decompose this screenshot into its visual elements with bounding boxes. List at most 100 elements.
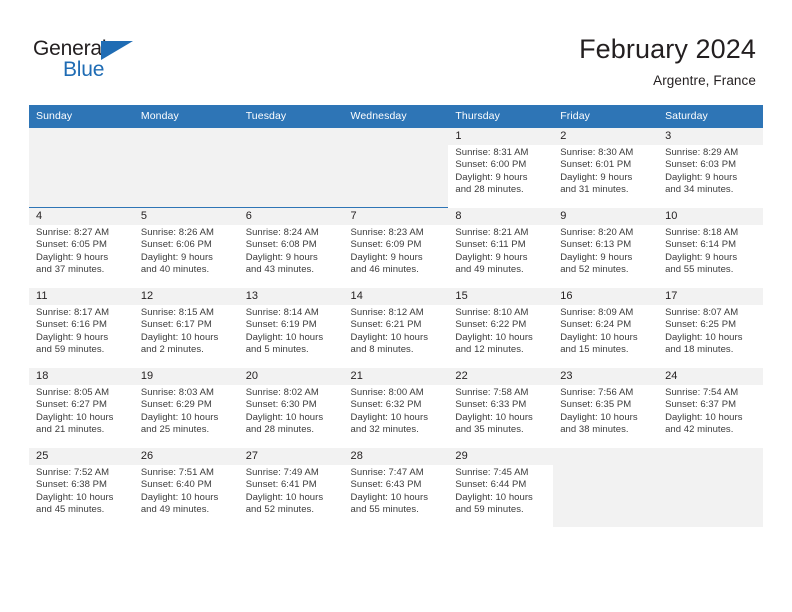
calendar-day-inner: 27 Sunrise: 7:49 AM Sunset: 6:41 PM Dayligh… <box>238 448 344 529</box>
sunrise-time: Sunrise: 8:31 AM <box>455 147 529 158</box>
sunrise-time: Sunrise: 8:05 AM <box>36 387 110 398</box>
calendar-day-cell[interactable]: 5 Sunrise: 8:26 AM Sunset: 6:06 PM Daylight… <box>133 207 239 289</box>
sunset-time: Sunset: 6:11 PM <box>455 239 526 251</box>
calendar-day-cell-empty <box>343 127 449 208</box>
calendar-day-inner <box>238 128 344 207</box>
day-details: Sunrise: 8:26 AM Sunset: 6:06 PM Daylight:… <box>133 225 239 289</box>
calendar-day-cell[interactable]: 14 Sunrise: 8:12 AM Sunset: 6:21 PM Dayligh… <box>343 287 449 369</box>
daylight-duration-line1: Daylight: 9 hours <box>350 251 423 263</box>
daylight-duration-line2: and 12 minutes. <box>455 343 524 355</box>
day-number: 5 <box>140 210 148 222</box>
calendar-day-inner: 6 Sunrise: 8:24 AM Sunset: 6:08 PM Daylight… <box>238 208 344 289</box>
calendar-day-cell[interactable]: 27 Sunrise: 7:49 AM Sunset: 6:41 PM Dayligh… <box>238 447 344 529</box>
general-blue-logo[interactable]: General Blue <box>33 38 153 82</box>
calendar-day-cell[interactable]: 21 Sunrise: 8:00 AM Sunset: 6:32 PM Dayligh… <box>343 367 449 449</box>
calendar-day-cell[interactable]: 19 Sunrise: 8:03 AM Sunset: 6:29 PM Dayligh… <box>133 367 239 449</box>
daylight-duration-line2: and 35 minutes. <box>455 423 524 435</box>
day-details: Sunrise: 8:17 AM Sunset: 6:16 PM Daylight:… <box>29 305 134 369</box>
sunset-time: Sunset: 6:25 PM <box>665 319 737 331</box>
calendar-day-cell[interactable]: 25 Sunrise: 7:52 AM Sunset: 6:38 PM Dayligh… <box>29 447 134 529</box>
weekday-header-thursday: Thursday <box>448 105 554 128</box>
calendar-day-inner: 8 Sunrise: 8:21 AM Sunset: 6:11 PM Daylight… <box>448 208 554 289</box>
calendar-day-cell[interactable]: 6 Sunrise: 8:24 AM Sunset: 6:08 PM Daylight… <box>238 207 344 289</box>
day-number: 12 <box>140 290 154 302</box>
calendar-day-inner: 7 Sunrise: 8:23 AM Sunset: 6:09 PM Daylight… <box>343 208 449 289</box>
calendar-day-inner <box>553 448 659 527</box>
calendar-day-cell[interactable]: 13 Sunrise: 8:14 AM Sunset: 6:19 PM Dayligh… <box>238 287 344 369</box>
day-details: Sunrise: 8:12 AM Sunset: 6:21 PM Daylight:… <box>343 305 449 369</box>
sunrise-time: Sunrise: 8:23 AM <box>350 227 424 238</box>
daylight-duration-line1: Daylight: 10 hours <box>140 411 219 423</box>
calendar-day-cell[interactable]: 15 Sunrise: 8:10 AM Sunset: 6:22 PM Dayligh… <box>448 287 554 369</box>
location-subtitle: Argentre, France <box>653 73 756 88</box>
calendar-week-row: 4 Sunrise: 8:27 AM Sunset: 6:05 PM Daylight… <box>29 207 763 289</box>
weekday-header-sunday: Sunday <box>29 105 134 128</box>
calendar-day-inner: 1 Sunrise: 8:31 AM Sunset: 6:00 PM Daylight… <box>448 128 554 209</box>
calendar-day-inner: 20 Sunrise: 8:02 AM Sunset: 6:30 PM Dayligh… <box>238 368 344 449</box>
calendar-day-inner: 16 Sunrise: 8:09 AM Sunset: 6:24 PM Dayligh… <box>553 288 659 369</box>
sunset-time: Sunset: 6:44 PM <box>455 479 527 491</box>
calendar-day-inner: 26 Sunrise: 7:51 AM Sunset: 6:40 PM Dayligh… <box>133 448 239 529</box>
calendar-day-cell[interactable]: 2 Sunrise: 8:30 AM Sunset: 6:01 PM Daylight… <box>553 127 659 209</box>
sunrise-time: Sunrise: 8:18 AM <box>665 227 739 238</box>
daylight-duration-line1: Daylight: 9 hours <box>245 251 318 263</box>
calendar-day-cell[interactable]: 11 Sunrise: 8:17 AM Sunset: 6:16 PM Dayligh… <box>29 287 134 369</box>
calendar-day-cell[interactable]: 16 Sunrise: 8:09 AM Sunset: 6:24 PM Dayligh… <box>553 287 659 369</box>
calendar-day-cell[interactable]: 17 Sunrise: 8:07 AM Sunset: 6:25 PM Dayligh… <box>658 287 763 369</box>
calendar-day-cell[interactable]: 3 Sunrise: 8:29 AM Sunset: 6:03 PM Daylight… <box>658 127 763 209</box>
page-title: February 2024 <box>579 34 756 64</box>
calendar-day-inner: 23 Sunrise: 7:56 AM Sunset: 6:35 PM Dayligh… <box>553 368 659 449</box>
daylight-duration-line1: Daylight: 10 hours <box>36 491 114 503</box>
sunset-time: Sunset: 6:29 PM <box>140 399 212 411</box>
sunrise-time: Sunrise: 8:30 AM <box>560 147 634 158</box>
weekday-header-monday: Monday <box>133 105 239 128</box>
day-details: Sunrise: 8:07 AM Sunset: 6:25 PM Daylight:… <box>658 305 763 369</box>
day-details: Sunrise: 7:54 AM Sunset: 6:37 PM Daylight:… <box>658 385 763 449</box>
calendar-day-inner: 5 Sunrise: 8:26 AM Sunset: 6:06 PM Daylight… <box>133 208 239 289</box>
calendar-day-cell[interactable]: 12 Sunrise: 8:15 AM Sunset: 6:17 PM Dayligh… <box>133 287 239 369</box>
calendar-day-cell[interactable]: 10 Sunrise: 8:18 AM Sunset: 6:14 PM Dayligh… <box>658 207 763 289</box>
calendar-day-cell[interactable]: 29 Sunrise: 7:45 AM Sunset: 6:44 PM Dayligh… <box>448 447 554 529</box>
daylight-duration-line2: and 28 minutes. <box>245 423 315 435</box>
calendar-day-inner: 13 Sunrise: 8:14 AM Sunset: 6:19 PM Dayligh… <box>238 288 344 369</box>
day-number: 24 <box>665 370 678 382</box>
calendar-week-row: 18 Sunrise: 8:05 AM Sunset: 6:27 PM Dayligh… <box>29 367 763 449</box>
day-details: Sunrise: 7:49 AM Sunset: 6:41 PM Daylight:… <box>238 465 344 529</box>
sunrise-time: Sunrise: 8:24 AM <box>245 227 319 238</box>
calendar-day-cell[interactable]: 1 Sunrise: 8:31 AM Sunset: 6:00 PM Daylight… <box>448 127 554 209</box>
calendar-day-cell[interactable]: 7 Sunrise: 8:23 AM Sunset: 6:09 PM Daylight… <box>343 207 449 289</box>
sunset-time: Sunset: 6:43 PM <box>350 479 422 491</box>
weekday-header-tuesday: Tuesday <box>238 105 344 128</box>
calendar-day-cell[interactable]: 22 Sunrise: 7:58 AM Sunset: 6:33 PM Dayligh… <box>448 367 554 449</box>
calendar-day-cell[interactable]: 18 Sunrise: 8:05 AM Sunset: 6:27 PM Dayligh… <box>29 367 134 449</box>
calendar-day-cell[interactable]: 23 Sunrise: 7:56 AM Sunset: 6:35 PM Dayligh… <box>553 367 659 449</box>
day-details: Sunrise: 7:58 AM Sunset: 6:33 PM Daylight:… <box>448 385 554 449</box>
day-details: Sunrise: 8:03 AM Sunset: 6:29 PM Daylight:… <box>133 385 239 449</box>
day-number: 8 <box>455 210 462 222</box>
daylight-duration-line2: and 31 minutes. <box>560 183 629 195</box>
calendar-day-cell[interactable]: 20 Sunrise: 8:02 AM Sunset: 6:30 PM Dayligh… <box>238 367 344 449</box>
daylight-duration-line2: and 49 minutes. <box>140 503 210 515</box>
day-number: 13 <box>245 290 259 302</box>
calendar-day-cell[interactable]: 26 Sunrise: 7:51 AM Sunset: 6:40 PM Dayligh… <box>133 447 239 529</box>
calendar-day-inner: 29 Sunrise: 7:45 AM Sunset: 6:44 PM Dayligh… <box>448 448 554 529</box>
daylight-duration-line2: and 34 minutes. <box>665 183 734 195</box>
calendar-day-cell[interactable]: 24 Sunrise: 7:54 AM Sunset: 6:37 PM Dayligh… <box>658 367 763 449</box>
day-number: 29 <box>455 450 468 462</box>
day-details: Sunrise: 8:05 AM Sunset: 6:27 PM Daylight:… <box>29 385 134 449</box>
day-details: Sunrise: 7:45 AM Sunset: 6:44 PM Daylight:… <box>448 465 554 529</box>
calendar-day-inner: 24 Sunrise: 7:54 AM Sunset: 6:37 PM Dayligh… <box>658 368 763 449</box>
sunset-time: Sunset: 6:33 PM <box>455 399 527 411</box>
calendar-day-inner: 18 Sunrise: 8:05 AM Sunset: 6:27 PM Dayligh… <box>29 368 134 449</box>
day-number: 9 <box>560 210 567 222</box>
calendar-day-cell[interactable]: 28 Sunrise: 7:47 AM Sunset: 6:43 PM Dayligh… <box>343 447 449 529</box>
daylight-duration-line2: and 25 minutes. <box>140 423 210 435</box>
daylight-duration-line2: and 59 minutes. <box>455 503 524 515</box>
sunrise-time: Sunrise: 8:26 AM <box>140 227 214 238</box>
sunset-time: Sunset: 6:19 PM <box>245 319 317 331</box>
calendar-day-cell[interactable]: 4 Sunrise: 8:27 AM Sunset: 6:05 PM Daylight… <box>29 207 134 289</box>
sunset-time: Sunset: 6:08 PM <box>245 239 317 251</box>
calendar-day-cell[interactable]: 9 Sunrise: 8:20 AM Sunset: 6:13 PM Daylight… <box>553 207 659 289</box>
calendar-day-cell[interactable]: 8 Sunrise: 8:21 AM Sunset: 6:11 PM Daylight… <box>448 207 554 289</box>
daylight-duration-line2: and 8 minutes. <box>350 343 414 355</box>
